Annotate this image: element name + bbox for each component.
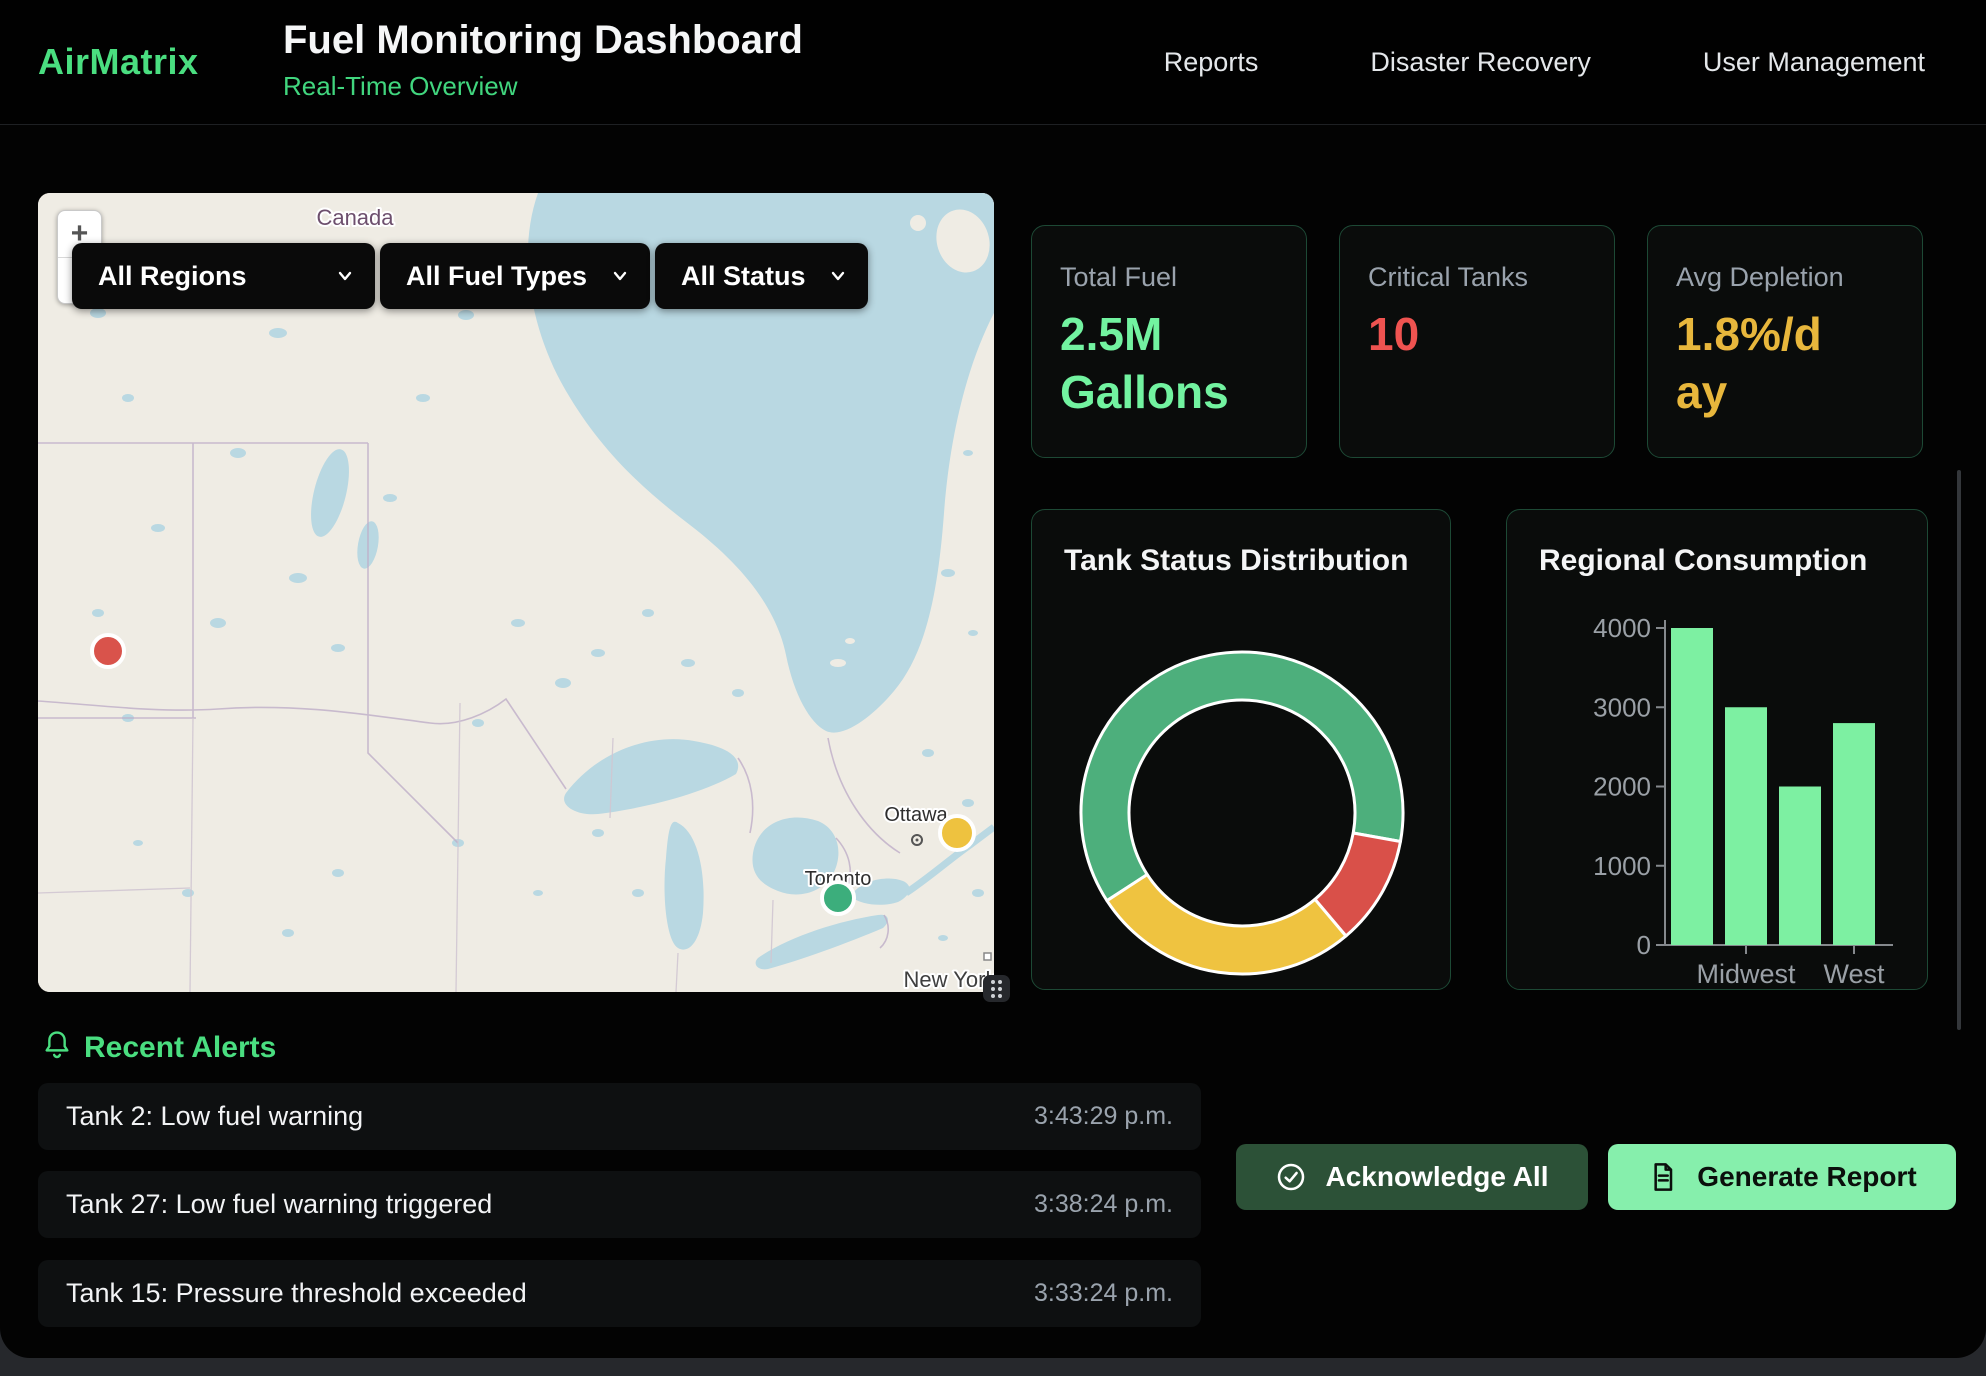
alert-text: Tank 2: Low fuel warning [66, 1101, 363, 1132]
bar-1 [1725, 707, 1767, 945]
tank-status-donut-chart [1032, 510, 1451, 990]
fuel-map[interactable]: Canada Ottawa Toronto New York + − All R… [38, 193, 994, 992]
map-label-ottawa: Ottawa [884, 804, 948, 826]
alert-time: 3:43:29 p.m. [1034, 1102, 1173, 1131]
region-filter-value: All Regions [98, 261, 247, 292]
app-logo[interactable]: AirMatrix [38, 0, 199, 124]
alert-time: 3:38:24 p.m. [1034, 1190, 1173, 1219]
tank-status-chart-card: Tank Status Distribution [1031, 509, 1451, 990]
y-tick-label: 4000 [1593, 613, 1651, 643]
acknowledge-all-label: Acknowledge All [1325, 1161, 1548, 1193]
nav-disaster-recovery[interactable]: Disaster Recovery [1370, 47, 1591, 78]
alert-row[interactable]: Tank 27: Low fuel warning triggered 3:38… [38, 1171, 1201, 1238]
region-filter-dropdown[interactable]: All Regions [72, 243, 375, 309]
alert-text: Tank 15: Pressure threshold exceeded [66, 1278, 527, 1309]
chevron-down-icon [610, 266, 630, 286]
fuel-type-filter-dropdown[interactable]: All Fuel Types [380, 243, 650, 309]
nav-user-management[interactable]: User Management [1703, 47, 1925, 78]
bar-2 [1779, 787, 1821, 946]
basemap-canvas: Canada Ottawa Toronto New York [38, 193, 994, 992]
donut-segment-yellow [1107, 875, 1346, 974]
check-circle-icon [1275, 1161, 1307, 1193]
chevron-down-icon [828, 266, 848, 286]
stat-card-avg-depletion: Avg Depletion 1.8%/day [1647, 225, 1923, 458]
fuel-type-filter-value: All Fuel Types [406, 261, 587, 292]
chart-title: Regional Consumption [1539, 544, 1867, 578]
map-resize-handle[interactable] [983, 975, 1010, 1002]
map-label-canada: Canada [316, 205, 394, 230]
recent-alerts-title: Recent Alerts [84, 1031, 276, 1065]
nav-reports[interactable]: Reports [1164, 47, 1259, 78]
main-nav: Reports Disaster Recovery User Managemen… [1164, 0, 1925, 124]
x-tick-label: Midwest [1696, 959, 1796, 989]
y-tick-label: 2000 [1593, 772, 1651, 802]
map-label-new-york: New York [904, 967, 994, 992]
document-icon [1647, 1161, 1679, 1193]
stat-card-total-fuel: Total Fuel 2.5M Gallons [1031, 225, 1307, 458]
y-tick-label: 0 [1637, 930, 1651, 960]
stat-card-critical-tanks: Critical Tanks 10 [1339, 225, 1615, 458]
stat-label: Avg Depletion [1676, 262, 1896, 293]
page-title: Fuel Monitoring Dashboard [283, 18, 803, 62]
stat-label: Total Fuel [1060, 262, 1280, 293]
stat-value-avg-depletion: 1.8%/day [1676, 305, 1826, 422]
y-tick-label: 1000 [1593, 851, 1651, 881]
chart-title: Tank Status Distribution [1064, 544, 1408, 578]
generate-report-label: Generate Report [1697, 1161, 1916, 1193]
header-bar: AirMatrix Fuel Monitoring Dashboard Real… [0, 0, 1986, 125]
generate-report-button[interactable]: Generate Report [1608, 1144, 1956, 1210]
status-filter-dropdown[interactable]: All Status [655, 243, 868, 309]
alert-row[interactable]: Tank 2: Low fuel warning 3:43:29 p.m. [38, 1083, 1201, 1150]
acknowledge-all-button[interactable]: Acknowledge All [1236, 1144, 1588, 1210]
x-tick-label: West [1823, 959, 1885, 989]
alert-text: Tank 27: Low fuel warning triggered [66, 1189, 492, 1220]
stat-label: Critical Tanks [1368, 262, 1588, 293]
scrollbar-thumb[interactable] [1957, 470, 1961, 1030]
status-filter-value: All Status [681, 261, 806, 292]
alert-row[interactable]: Tank 15: Pressure threshold exceeded 3:3… [38, 1260, 1201, 1327]
alert-time: 3:33:24 p.m. [1034, 1279, 1173, 1308]
page-subtitle: Real-Time Overview [283, 71, 803, 102]
tank-marker-normal[interactable] [822, 882, 854, 914]
stat-value-total-fuel: 2.5M Gallons [1060, 305, 1260, 422]
bell-icon [40, 1028, 74, 1062]
bar-0 [1671, 628, 1713, 945]
regional-consumption-bar-chart: 0 1000 2000 3000 4000 Midwest West [1507, 510, 1928, 990]
bar-3 [1833, 723, 1875, 945]
tank-marker-critical[interactable] [92, 635, 124, 667]
tank-marker-warning[interactable] [940, 816, 974, 850]
y-tick-label: 3000 [1593, 692, 1651, 722]
regional-consumption-chart-card: 0 1000 2000 3000 4000 Midwest West Regional Co… [1506, 509, 1928, 990]
stat-value-critical-tanks: 10 [1368, 305, 1588, 363]
chevron-down-icon [335, 266, 355, 286]
title-block: Fuel Monitoring Dashboard Real-Time Over… [283, 18, 803, 102]
dashboard-panel: AirMatrix Fuel Monitoring Dashboard Real… [0, 0, 1986, 1358]
